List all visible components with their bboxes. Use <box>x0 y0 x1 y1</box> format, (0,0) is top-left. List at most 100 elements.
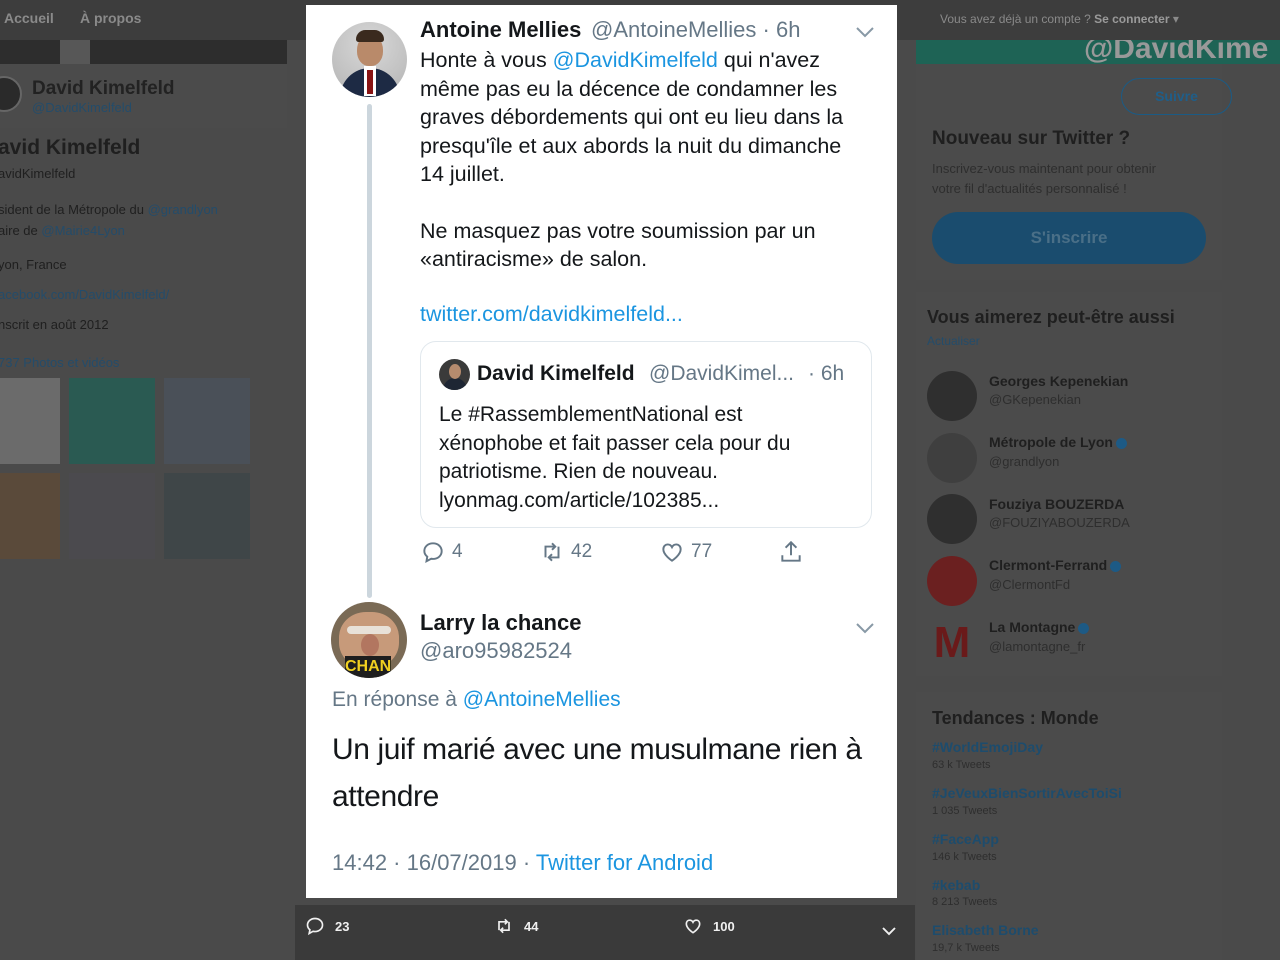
profile-banner <box>0 40 287 64</box>
author-avatar[interactable] <box>332 22 407 97</box>
bio-link-grandlyon[interactable]: @grandlyon <box>148 202 218 217</box>
heart-icon <box>685 919 701 934</box>
trend-item[interactable]: Elisabeth Borne <box>932 922 1039 938</box>
trends-card <box>916 692 1222 960</box>
suggestion-name[interactable]: Fouziya BOUZERDA <box>989 496 1124 512</box>
trend-item[interactable]: #JeVeuxBienSortirAvecToiSi <box>932 785 1122 801</box>
tweet-reply-button[interactable]: 4 <box>420 539 463 565</box>
trend-count: 8 213 Tweets <box>932 896 998 908</box>
retweet-button[interactable]: 44 <box>494 916 538 936</box>
trend-item[interactable]: #kebab <box>932 877 980 893</box>
signup-button[interactable]: S'inscrire <box>932 212 1206 264</box>
tweet-like-button[interactable]: 77 <box>659 539 712 565</box>
photos-videos-link[interactable]: 737 Photos et vidéos <box>0 355 119 370</box>
nav-home[interactable]: Accueil <box>4 10 54 26</box>
media-thumbnail[interactable] <box>69 473 155 559</box>
login-link[interactable]: Se connecter <box>1094 12 1169 26</box>
profile-handle[interactable]: @DavidKimelfeld <box>32 100 132 115</box>
suggestion-avatar[interactable] <box>927 371 977 421</box>
profile-name-large: avid Kimelfeld <box>0 136 141 159</box>
nav-about[interactable]: À propos <box>80 10 141 26</box>
reply-author-name[interactable]: Larry la chance <box>420 610 581 636</box>
suggestion-name[interactable]: Clermont-Ferrand <box>989 557 1122 573</box>
suggestion-avatar[interactable] <box>927 556 977 606</box>
tweet-retweet-button[interactable]: 42 <box>539 539 592 565</box>
reply-button[interactable]: 23 <box>305 916 349 936</box>
suggestion-avatar[interactable]: M <box>927 618 977 668</box>
suggestion-avatar[interactable] <box>927 433 977 483</box>
suggestion-name[interactable]: Métropole de Lyon <box>989 434 1127 450</box>
profile-location: yon, France <box>0 257 67 272</box>
quoted-author-handle: @DavidKimel... <box>649 362 795 385</box>
signup-title: Nouveau sur Twitter ? <box>932 128 1131 149</box>
quoted-time: · 6h <box>808 362 845 385</box>
source-link[interactable]: Twitter for Android <box>536 850 713 875</box>
quoted-text: Le #RassemblementNational est xénophobe … <box>439 403 791 512</box>
trend-item[interactable]: #FaceApp <box>932 831 999 847</box>
suggestions-title: Vous aimerez peut-être aussi <box>927 307 1175 327</box>
reply-author-handle[interactable]: @aro95982524 <box>420 638 572 664</box>
tweet-author-name[interactable]: Antoine Mellies <box>420 17 581 43</box>
mention-link[interactable]: @DavidKimelfeld <box>553 48 718 72</box>
trend-count: 63 k Tweets <box>932 759 991 771</box>
retweet-icon <box>544 542 560 562</box>
avatar-sign-text: CHAN <box>345 656 391 678</box>
signup-text: Inscrivez-vous maintenant pour obtenir vo… <box>932 161 1157 196</box>
chevron-down-icon[interactable] <box>855 620 875 636</box>
like-button[interactable]: 100 <box>683 916 735 936</box>
suggestion-handle: @ClermontFd <box>989 577 1071 592</box>
suggestion-handle: @lamontagne_fr <box>989 639 1086 654</box>
in-reply-to-link[interactable]: @AntoineMellies <box>463 688 621 711</box>
profile-bio: sident de la Métropole du @grandlyon air… <box>0 202 218 238</box>
trend-count: 146 k Tweets <box>932 851 997 863</box>
trend-count: 1 035 Tweets <box>932 805 998 817</box>
suggestion-handle: @GKepenekian <box>989 392 1081 407</box>
verified-icon <box>1110 560 1122 572</box>
retweet-count: 44 <box>524 918 539 934</box>
reply-timestamp: 14:42 · 16/07/2019 · Twitter for Android <box>332 850 714 875</box>
suggestion-avatar[interactable] <box>927 494 977 544</box>
tweet-retweet-count: 42 <box>571 541 593 562</box>
header-banner-right: @DavidKime <box>916 40 1280 64</box>
media-thumbnail[interactable] <box>0 473 60 559</box>
suggestion-handle: @FOUZIYABOUZERDA <box>989 515 1130 530</box>
reply-text: Un juif marié avec une musulmane rien à … <box>332 733 862 813</box>
profile-handle-large: avidKimelfeld <box>0 166 76 181</box>
refresh-link[interactable]: Actualiser <box>927 334 980 348</box>
trends-title: Tendances : Monde <box>932 708 1099 728</box>
tweet-text: Honte à vous @DavidKimelfeld qui n'avez … <box>420 48 844 271</box>
tweet-like-count: 77 <box>691 541 713 562</box>
profile-joined: nscrit en août 2012 <box>0 317 109 332</box>
suggestion-name[interactable]: La Montagne <box>989 619 1090 635</box>
reply-icon <box>423 542 443 564</box>
tweet-url-link[interactable]: twitter.com/davidkimelfeld... <box>420 302 683 327</box>
tweet-share-button[interactable] <box>778 539 804 565</box>
tweet-author-handle[interactable]: @AntoineMellies · 6h <box>591 17 800 43</box>
verified-icon <box>1078 622 1090 634</box>
suggestion-name[interactable]: Georges Kepenekian <box>989 373 1128 389</box>
chevron-down-icon[interactable] <box>855 24 875 40</box>
profile-name[interactable]: David Kimelfeld <box>32 78 175 100</box>
quoted-author-avatar <box>439 359 470 390</box>
like-count: 100 <box>713 918 735 934</box>
media-thumbnail[interactable] <box>0 378 60 464</box>
lightbox-action-bar <box>295 905 915 960</box>
thread-line <box>367 104 372 598</box>
trend-item[interactable]: #WorldEmojiDay <box>932 739 1043 755</box>
login-prompt: Vous avez déjà un compte ? Se connecter … <box>940 12 1179 26</box>
bio-link-mairie[interactable]: @Mairie4Lyon <box>41 223 125 238</box>
follow-button[interactable]: Suivre <box>1121 78 1232 115</box>
quoted-author-name: David Kimelfeld <box>477 362 635 385</box>
trend-count: 19,7 k Tweets <box>932 942 1000 954</box>
heart-icon <box>662 543 682 562</box>
media-thumbnail[interactable] <box>164 378 250 464</box>
banner-text: @DavidKime <box>1084 40 1269 64</box>
media-thumbnail[interactable] <box>164 473 250 559</box>
suggestion-handle: @grandlyon <box>989 454 1060 469</box>
profile-website-link[interactable]: acebook.com/DavidKimelfeld/ <box>0 287 169 302</box>
reply-author-avatar[interactable]: CHAN <box>331 602 407 678</box>
chevron-down-icon[interactable] <box>880 922 898 940</box>
reply-icon <box>306 917 324 936</box>
reply-count: 23 <box>335 918 350 934</box>
media-thumbnail[interactable] <box>69 378 155 464</box>
